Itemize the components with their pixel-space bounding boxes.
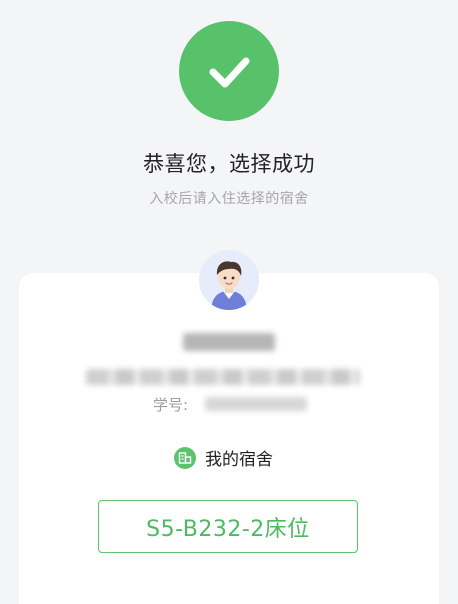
avatar: [199, 250, 259, 310]
student-id-redacted: [205, 397, 307, 411]
bed-assignment: S5-B232-2床位: [98, 500, 358, 553]
student-id-label: 学号:: [153, 396, 189, 414]
success-title: 恭喜您，选择成功: [143, 152, 315, 176]
building-icon: [174, 446, 196, 469]
my-dorm-row: 我的宿舍: [174, 445, 273, 470]
success-check-icon: [179, 21, 279, 121]
student-card: [19, 273, 439, 604]
student-info-redacted: [86, 369, 360, 385]
success-subtitle: 入校后请入住选择的宿舍: [149, 191, 309, 207]
my-dorm-label: 我的宿舍: [205, 450, 273, 470]
student-name-redacted: [183, 333, 275, 351]
